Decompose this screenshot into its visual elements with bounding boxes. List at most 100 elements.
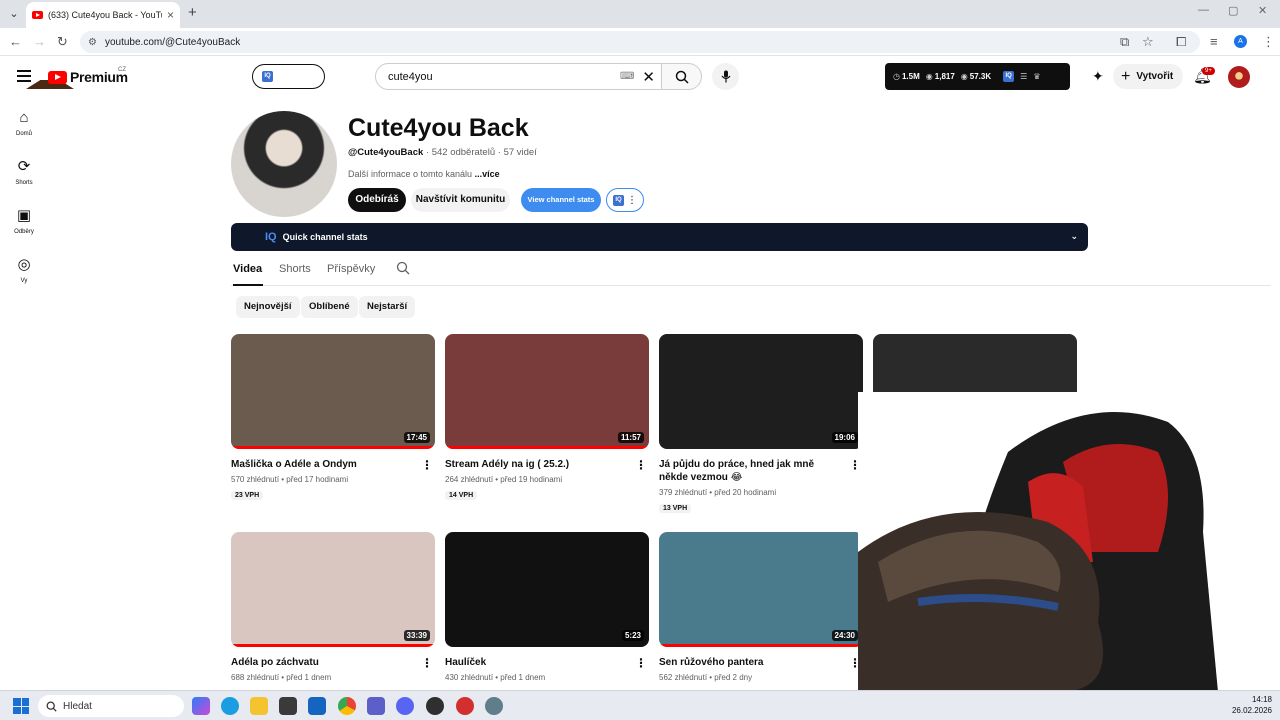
windows-start-icon[interactable]	[13, 698, 29, 714]
minimize-icon[interactable]: —	[1198, 4, 1209, 16]
subscribed-button[interactable]: Odebíráš	[348, 188, 406, 212]
video-card[interactable]: 19:06 Já půjdu do práce, hned jak mně něk…	[659, 334, 863, 515]
video-card[interactable]: 33:39 Adéla po záchvatu 688 zhlédnutí • př…	[231, 532, 435, 682]
copilot-icon[interactable]	[192, 697, 210, 715]
close-tab-icon[interactable]: ×	[167, 8, 174, 22]
bookmark-star-icon[interactable]: ☆	[1142, 34, 1154, 50]
logo-region: CZ	[118, 67, 126, 73]
channel-about-link[interactable]: Další informace o tomto kanálu ...více	[348, 169, 500, 179]
video-title[interactable]: Mašlička o Adéle a Ondym	[231, 458, 417, 471]
app-gray-icon[interactable]	[485, 697, 503, 715]
add-shorts-icon[interactable]: ✦	[1092, 68, 1104, 85]
maximize-icon[interactable]: ▢	[1228, 4, 1238, 17]
video-card[interactable]: 5:23 Haulíček 430 zhlédnutí • před 1 dnem ⋮	[445, 532, 649, 682]
video-age: před 2 dny	[714, 673, 753, 682]
channel-search-icon[interactable]	[396, 261, 410, 278]
tab-shorts[interactable]: Shorts	[279, 263, 311, 275]
shorts-icon: ⟳	[17, 158, 31, 175]
back-icon[interactable]: ←	[9, 34, 22, 50]
forward-icon[interactable]: →	[33, 34, 46, 50]
visit-community-button[interactable]: Navštívit komunitu	[411, 188, 510, 212]
chrome-icon[interactable]	[338, 697, 356, 715]
rail-label: Domů	[15, 131, 32, 137]
browser-tab[interactable]: (633) Cute4you Back - YouTube ×	[26, 2, 180, 28]
keyboard-icon[interactable]: ⌨	[620, 71, 634, 82]
account-avatar[interactable]	[1228, 66, 1250, 88]
rail-item-shorts[interactable]: ⟳ Shorts	[0, 158, 48, 186]
teams-icon[interactable]	[367, 697, 385, 715]
obs-icon[interactable]	[426, 697, 444, 715]
video-thumbnail[interactable]: 24:30	[659, 532, 863, 647]
video-card[interactable]: 24:30 Sen růžového pantera 562 zhlédnutí •…	[659, 532, 863, 682]
video-thumbnail[interactable]: 33:39	[231, 532, 435, 647]
chip-popular[interactable]: Oblíbené	[301, 296, 358, 318]
channel-tabs: Videa Shorts Příspěvky	[231, 258, 1271, 286]
video-views: 562 zhlédnutí	[659, 673, 708, 682]
video-thumbnail[interactable]: 11:57	[445, 334, 649, 449]
search-icon	[46, 701, 57, 712]
video-card[interactable]: 11:57 Stream Adély na ig ( 25.2.) 264 zhlé…	[445, 334, 649, 502]
profile-icon[interactable]: A	[1234, 35, 1247, 48]
browser-menu-icon[interactable]: ⋮	[1262, 34, 1275, 50]
video-title[interactable]: Stream Adély na ig ( 25.2.)	[445, 458, 631, 471]
video-title[interactable]: Adéla po záchvatu	[231, 656, 417, 669]
video-age: před 1 dnem	[286, 673, 332, 682]
reading-list-icon[interactable]: ≡	[1210, 34, 1218, 50]
system-clock[interactable]: 14:18 26.02.2026	[1232, 694, 1272, 716]
taskbar-search[interactable]: Hledat	[38, 695, 184, 717]
store-icon[interactable]	[279, 697, 297, 715]
video-card[interactable]: 17:45 Mašlička o Adéle a Ondym 570 zhlédnu…	[231, 334, 435, 502]
more-vert-icon[interactable]: ⋮	[635, 656, 647, 670]
video-title[interactable]: Sen růžového pantera	[659, 656, 845, 669]
extensions-icon[interactable]: ⧠	[1176, 34, 1186, 50]
edge-icon[interactable]	[221, 697, 239, 715]
video-views: 430 zhlédnutí	[445, 673, 494, 682]
vidiq-options-button[interactable]: IQ ⋮	[606, 188, 644, 212]
video-meta: 562 zhlédnutí • před 2 dny	[659, 673, 753, 682]
address-bar[interactable]: ⚙ youtube.com/@Cute4youBack	[80, 31, 1200, 53]
video-title[interactable]: Já půjdu do práce, hned jak mně někde ve…	[659, 458, 845, 484]
search-input[interactable]: cute4you ⌨ ✕	[375, 63, 662, 90]
mail-icon[interactable]	[308, 697, 326, 715]
voice-search-button[interactable]	[712, 63, 739, 90]
trophy-icon[interactable]: ♛	[1033, 72, 1040, 81]
install-app-icon[interactable]: ⧉	[1120, 34, 1129, 50]
more-vert-icon[interactable]: ⋮	[421, 656, 433, 670]
channel-avatar	[231, 111, 337, 217]
vidiq-stats-bar[interactable]: ◷ 1.5M ◉ 1,817 ◉ 57.3K IQ ☰ ♛	[885, 63, 1070, 90]
guide-menu-icon[interactable]	[17, 70, 31, 82]
rail-item-you[interactable]: ◎ Vy	[0, 256, 48, 284]
chip-oldest[interactable]: Nejstarší	[359, 296, 416, 318]
search-button[interactable]	[661, 63, 702, 90]
new-tab-icon[interactable]: +	[188, 4, 197, 21]
more-vert-icon[interactable]: ⋮	[635, 458, 647, 472]
rail-item-home[interactable]: ⌂ Domů	[0, 109, 48, 137]
site-info-icon[interactable]: ⚙	[88, 37, 97, 48]
file-explorer-icon[interactable]	[250, 697, 268, 715]
view-channel-stats-button[interactable]: View channel stats	[521, 188, 601, 212]
more-vert-icon[interactable]: ⋮	[421, 458, 433, 472]
create-button[interactable]: + Vytvořit	[1113, 64, 1183, 89]
video-thumbnail[interactable]: 19:06	[659, 334, 863, 449]
close-window-icon[interactable]: ✕	[1258, 4, 1267, 17]
app-red-icon[interactable]	[456, 697, 474, 715]
clear-search-icon[interactable]: ✕	[642, 68, 655, 86]
discord-icon[interactable]	[396, 697, 414, 715]
vidiq-toggle-button[interactable]: IQ	[252, 64, 325, 89]
rail-item-subscriptions[interactable]: ▣ Odběry	[0, 207, 48, 235]
more-link[interactable]: ...více	[475, 169, 500, 179]
chevron-down-icon[interactable]: ⌄	[1070, 231, 1078, 242]
video-thumbnail[interactable]: 17:45	[231, 334, 435, 449]
tab-videos[interactable]: Videa	[233, 263, 262, 275]
reload-icon[interactable]: ↻	[57, 34, 68, 50]
video-views: 264 zhlédnutí	[445, 475, 494, 484]
tab-search-menu-icon[interactable]: ⌄	[5, 5, 23, 23]
video-thumbnail[interactable]: 5:23	[445, 532, 649, 647]
youtube-logo[interactable]: Premium CZ	[48, 67, 128, 85]
list-icon[interactable]: ☰	[1020, 72, 1027, 81]
video-views: 688 zhlédnutí	[231, 673, 280, 682]
tab-posts[interactable]: Příspěvky	[327, 263, 375, 275]
chip-newest[interactable]: Nejnovější	[236, 296, 300, 318]
video-title[interactable]: Haulíček	[445, 656, 631, 669]
quick-channel-stats-bar[interactable]: IQ Quick channel stats ⌄	[231, 223, 1088, 251]
